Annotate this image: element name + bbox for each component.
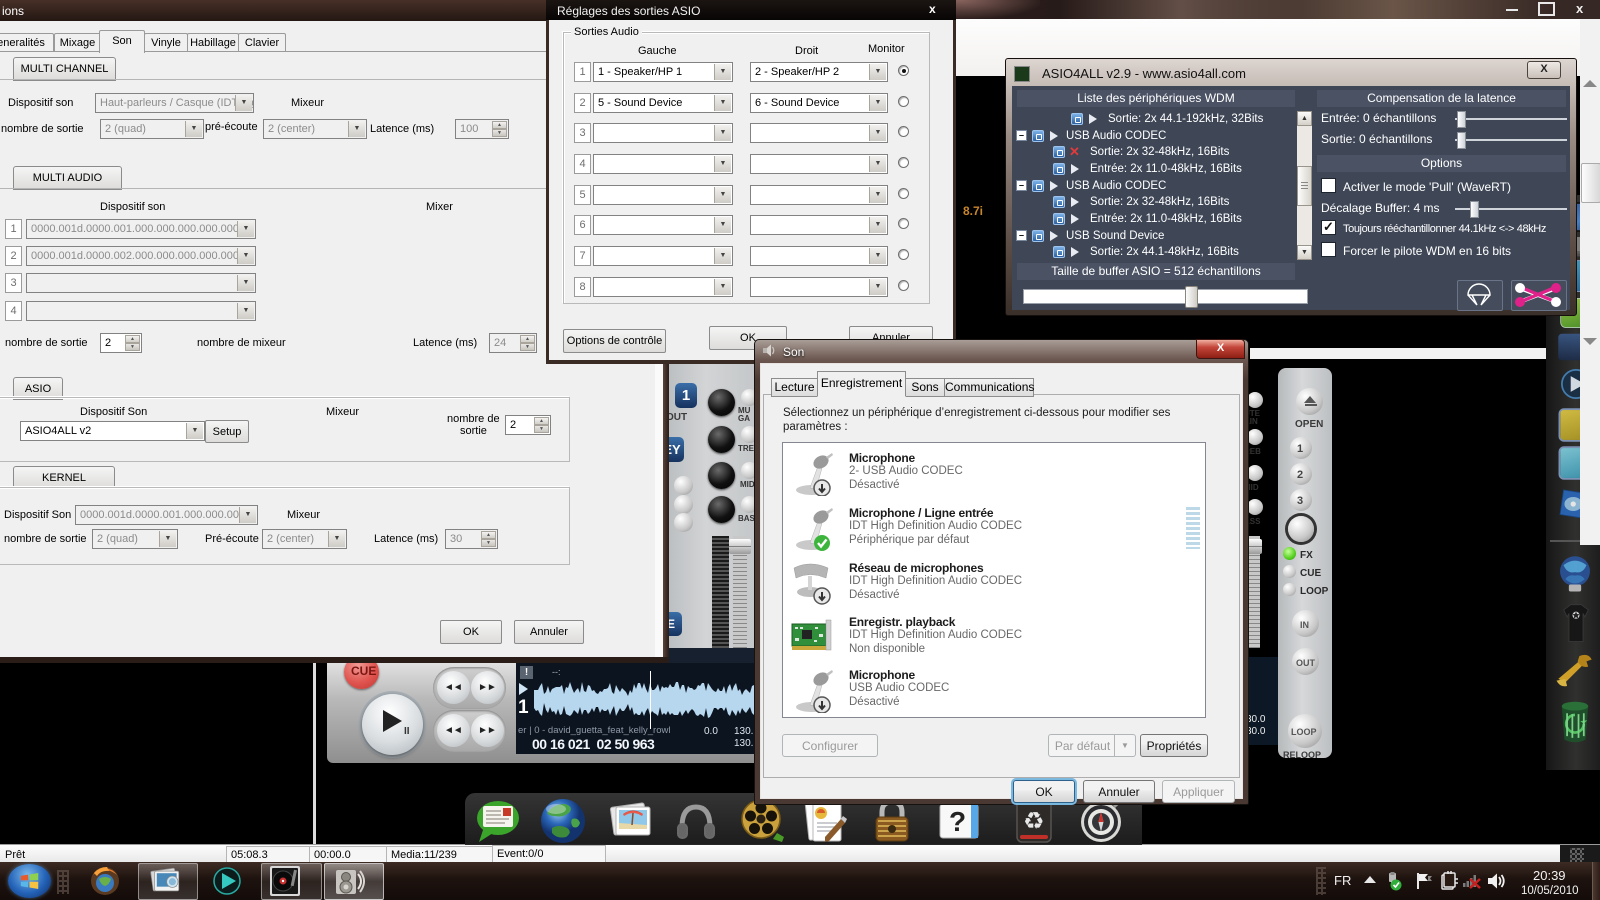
svg-text:♻: ♻ xyxy=(1023,808,1045,835)
svg-text:?: ? xyxy=(949,806,966,837)
